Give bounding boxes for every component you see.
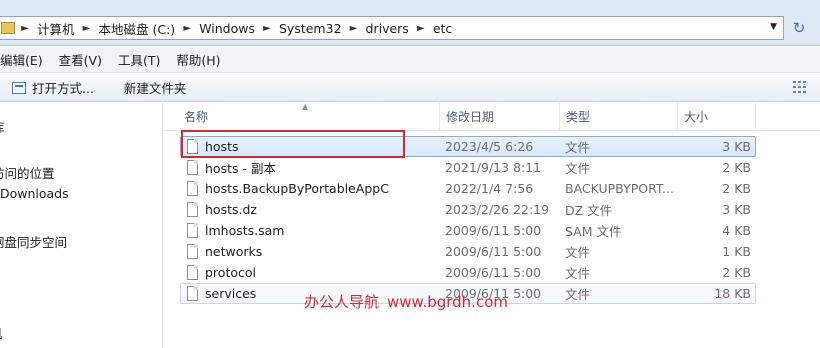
nav-item-downloads[interactable]: 5Downloads	[0, 186, 69, 201]
highlight-box	[181, 130, 405, 158]
file-icon	[187, 265, 198, 280]
menu-view[interactable]: 查看(V)	[51, 50, 110, 69]
file-icon	[187, 244, 198, 259]
file-size: 18 KB	[714, 286, 751, 301]
table-row[interactable]: hosts.dz 2023/2/26 22:19 DZ 文件 3 KB	[180, 199, 756, 220]
file-name: networks	[205, 244, 263, 259]
file-date: 2021/9/13 8:11	[445, 160, 542, 175]
table-row[interactable]: lmhosts.sam 2009/6/11 5:00 SAM 文件 4 KB	[180, 220, 756, 241]
breadcrumb-etc[interactable]: etc	[431, 21, 454, 36]
file-name: protocol	[205, 265, 256, 280]
file-size: 1 KB	[722, 244, 751, 259]
file-type: SAM 文件	[565, 224, 622, 239]
breadcrumb-drivers[interactable]: drivers	[364, 21, 411, 36]
open-with-button[interactable]: 打开方式...	[4, 77, 102, 99]
address-bar-area: ► 计算机 ► 本地磁盘 (C:) ► Windows ► System32 ►…	[0, 0, 820, 46]
file-name: hosts.BackupByPortableAppC	[205, 181, 389, 196]
open-with-icon	[12, 81, 26, 94]
file-size: 4 KB	[722, 223, 751, 238]
file-icon	[187, 223, 198, 238]
file-date: 2009/6/11 5:00	[445, 223, 542, 238]
file-size: 2 KB	[722, 265, 751, 280]
file-icon	[187, 181, 198, 196]
column-type[interactable]: 类型	[560, 103, 678, 131]
breadcrumb-separator-icon[interactable]: ►	[257, 23, 277, 34]
file-icon	[187, 160, 198, 175]
view-options-icon[interactable]	[793, 81, 807, 93]
address-dropdown-icon[interactable]: ▼	[770, 22, 777, 32]
breadcrumb-local-disk[interactable]: 本地磁盘 (C:)	[97, 19, 178, 38]
nav-item-recent-places[interactable]: 访问的位置	[0, 163, 55, 182]
watermark: 办公人导航 www.bgrdh.com	[304, 291, 508, 312]
nav-item-libraries[interactable]: 库	[0, 117, 5, 136]
column-date-modified[interactable]: 修改日期	[440, 103, 560, 131]
open-with-label: 打开方式...	[32, 81, 94, 96]
breadcrumb-computer[interactable]: 计算机	[35, 19, 77, 38]
table-row[interactable]: networks 2009/6/11 5:00 文件 1 KB	[180, 241, 756, 262]
file-icon	[187, 202, 198, 217]
breadcrumb-system32[interactable]: System32	[277, 21, 344, 36]
file-date: 2009/6/11 5:00	[445, 265, 542, 280]
file-type: 文件	[565, 161, 591, 176]
file-date: 2022/1/4 7:56	[445, 181, 534, 196]
menu-tools[interactable]: 工具(T)	[110, 50, 168, 69]
menu-bar: 编辑(E) 查看(V) 工具(T) 帮助(H)	[0, 47, 820, 73]
breadcrumb-separator-icon[interactable]: ►	[344, 23, 364, 34]
table-row[interactable]: hosts.BackupByPortableAppC 2022/1/4 7:56…	[180, 178, 756, 199]
watermark-text: 办公人导航	[304, 293, 380, 311]
column-size[interactable]: 大小	[678, 103, 756, 131]
file-type: 文件	[565, 245, 591, 260]
menu-help[interactable]: 帮助(H)	[168, 50, 228, 69]
breadcrumb-windows[interactable]: Windows	[197, 21, 257, 36]
folder-icon	[1, 22, 15, 34]
file-type: 文件	[565, 140, 591, 155]
file-name: services	[205, 286, 257, 301]
breadcrumb-separator-icon[interactable]: ►	[15, 23, 35, 34]
table-row[interactable]: hosts - 副本 2021/9/13 8:11 文件 2 KB	[180, 157, 756, 178]
menu-edit[interactable]: 编辑(E)	[0, 50, 51, 69]
new-folder-button[interactable]: 新建文件夹	[116, 77, 195, 99]
refresh-icon[interactable]: ↻	[789, 18, 809, 38]
file-date: 2023/2/26 22:19	[445, 202, 550, 217]
file-type: BACKUPBYPORT...	[565, 181, 674, 196]
file-date: 2009/6/11 5:00	[445, 244, 542, 259]
breadcrumb-separator-icon[interactable]: ►	[411, 23, 431, 34]
file-name: hosts - 副本	[205, 161, 276, 176]
column-header: ▲ 名称 修改日期 类型 大小	[164, 102, 820, 131]
file-date: 2023/4/5 6:26	[445, 139, 534, 154]
file-type: 文件	[565, 287, 591, 302]
watermark-url: www.bgrdh.com	[387, 293, 508, 311]
file-size: 3 KB	[722, 202, 751, 217]
file-size: 3 KB	[722, 139, 751, 154]
nav-item-computer[interactable]: 机	[0, 323, 3, 342]
file-icon	[187, 286, 198, 301]
column-name[interactable]: 名称	[178, 103, 440, 131]
address-bar[interactable]: ► 计算机 ► 本地磁盘 (C:) ► Windows ► System32 ►…	[0, 16, 784, 40]
file-type: 文件	[565, 266, 591, 281]
breadcrumb-separator-icon[interactable]: ►	[177, 23, 197, 34]
nav-item-cloud-sync[interactable]: 网盘同步空间	[0, 232, 67, 251]
file-size: 2 KB	[722, 160, 751, 175]
new-folder-label: 新建文件夹	[123, 81, 187, 96]
file-name: hosts.dz	[205, 202, 257, 217]
file-type: DZ 文件	[565, 203, 613, 218]
breadcrumb-separator-icon[interactable]: ►	[77, 23, 97, 34]
file-name: lmhosts.sam	[205, 223, 285, 238]
toolbar: 打开方式... 新建文件夹	[0, 74, 820, 102]
table-row[interactable]: protocol 2009/6/11 5:00 文件 2 KB	[180, 262, 756, 283]
navigation-pane: 库 访问的位置 5Downloads 网盘同步空间 机	[0, 103, 163, 348]
file-size: 2 KB	[722, 181, 751, 196]
